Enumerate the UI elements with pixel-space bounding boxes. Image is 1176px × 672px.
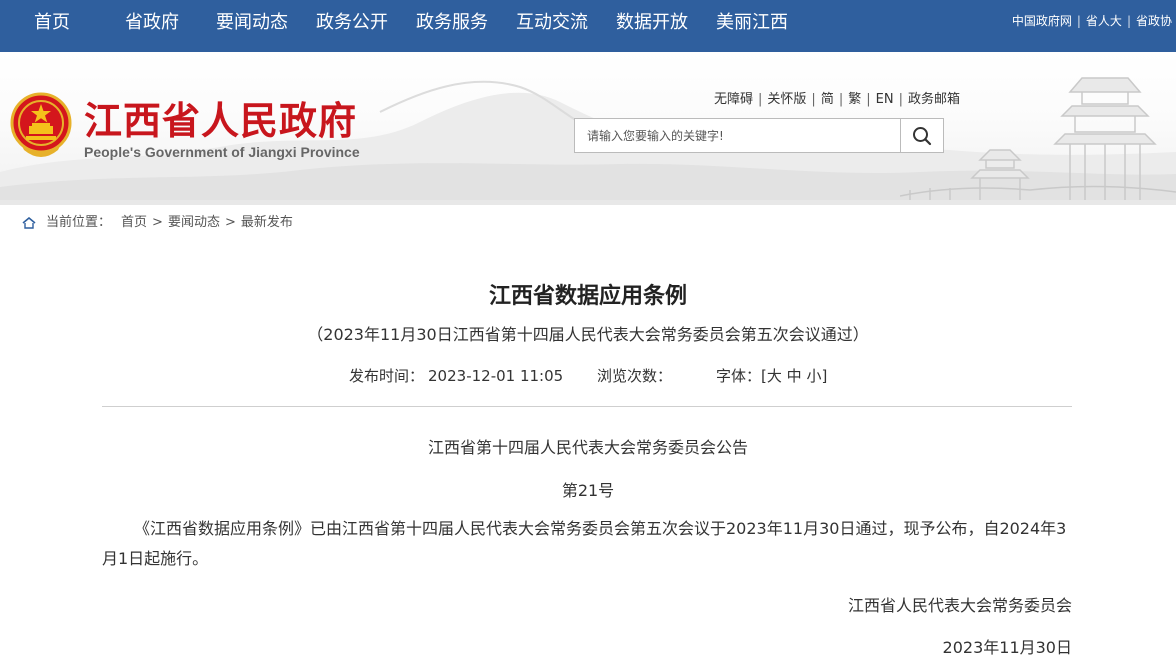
article-subtitle: （2023年11月30日江西省第十四届人民代表大会常务委员会第五次会议通过） [307, 325, 869, 344]
signature-date: 2023年11月30日 [942, 638, 1072, 657]
nav-item-interaction[interactable]: 互动交流 [516, 0, 588, 46]
site-subtitle: People's Government of Jiangxi Province [84, 144, 360, 160]
breadcrumb: 当前位置： 首页 > 要闻动态 > 最新发布 [22, 213, 293, 233]
view-count-label: 浏览次数： [597, 367, 673, 385]
tengwang-pavilion-illustration [900, 77, 1176, 200]
nav-item-news[interactable]: 要闻动态 [216, 0, 288, 46]
header-divider [0, 200, 1176, 205]
top-external-links: 中国政府网 | 省人大 | 省政协 [1012, 12, 1172, 29]
nav-item-open-data[interactable]: 数据开放 [616, 0, 688, 46]
link-care-version[interactable]: 关怀版 [767, 92, 806, 107]
site-header: 江西省人民政府 People's Government of Jiangxi P… [0, 52, 1176, 200]
view-count: 浏览次数： [597, 365, 672, 386]
signature: 江西省人民代表大会常务委员会 [847, 596, 1072, 615]
bracket: ] [821, 367, 828, 385]
link-provincial-npc[interactable]: 省人大 [1086, 14, 1122, 28]
nav-item-government-services[interactable]: 政务服务 [416, 0, 488, 46]
separator: | [838, 92, 844, 107]
link-accessibility[interactable]: 无障碍 [714, 92, 753, 107]
breadcrumb-label: 当前位置： [46, 215, 112, 230]
separator: | [758, 92, 763, 107]
link-provincial-cppcc[interactable]: 省政协 [1136, 14, 1172, 28]
font-size-label: 字体： [716, 367, 762, 385]
home-icon [22, 216, 36, 229]
link-simplified-chinese[interactable]: 简 [821, 92, 834, 107]
breadcrumb-home[interactable]: 首页 [121, 215, 147, 230]
breadcrumb-separator: > [224, 215, 236, 230]
article-divider [102, 406, 1072, 407]
publish-time-value: 2023-12-01 11:05 [428, 367, 564, 385]
breadcrumb-separator: > [152, 215, 163, 230]
publish-time-label: 发布时间： [349, 367, 425, 385]
breadcrumb-latest[interactable]: 最新发布 [241, 215, 293, 230]
font-size-large-button[interactable]: 大 [767, 367, 782, 385]
link-china-gov[interactable]: 中国政府网 [1012, 14, 1072, 28]
search-box [574, 118, 944, 153]
nav-item-government-affairs-disclosure[interactable]: 政务公开 [316, 0, 388, 46]
article-body: 《江西省数据应用条例》已由江西省第十四届人民代表大会常务委员会第五次会议于202… [102, 519, 1067, 568]
font-size-small-button[interactable]: 小 [806, 367, 821, 385]
publish-time: 发布时间： 2023-12-01 11:05 [349, 365, 563, 386]
nav-item-beautiful-jiangxi[interactable]: 美丽江西 [716, 0, 788, 46]
nav-item-home[interactable]: 首页 [34, 0, 70, 46]
separator: | [866, 92, 871, 107]
separator: | [1126, 14, 1131, 28]
separator: | [1076, 14, 1081, 28]
font-size-control: 字体：[大 中 小] [716, 365, 827, 386]
separator: | [811, 92, 816, 107]
announcement-number: 第21号 [561, 481, 615, 500]
search-input[interactable] [575, 119, 901, 152]
site-title: 江西省人民政府 [84, 99, 358, 143]
link-english[interactable]: EN [876, 92, 894, 107]
article-title: 江西省数据应用条例 [488, 284, 687, 309]
national-emblem-icon [10, 92, 72, 157]
breadcrumb-news[interactable]: 要闻动态 [168, 215, 220, 230]
top-nav-bar: 首页 省政府 要闻动态 政务公开 政务服务 互动交流 数据开放 美丽江西 中国政… [0, 0, 1176, 52]
link-traditional-chinese[interactable]: 繁 [848, 92, 861, 107]
nav-item-provincial-government[interactable]: 省政府 [125, 0, 179, 46]
font-size-medium-button[interactable]: 中 [787, 367, 802, 385]
announcement-heading: 江西省第十四届人民代表大会常务委员会公告 [427, 438, 748, 457]
